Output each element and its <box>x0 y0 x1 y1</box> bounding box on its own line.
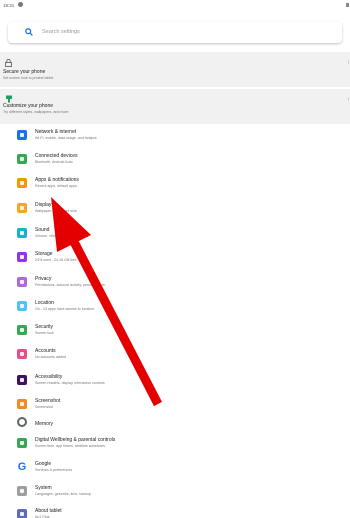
display-icon <box>17 203 27 213</box>
screenshot-icon <box>17 399 27 409</box>
settings-item-google[interactable]: G Google Services & preferences <box>0 457 350 481</box>
settings-item-title: Apps & notifications <box>35 177 79 183</box>
settings-item-subtitle: Wi-Fi, mobile, data usage, and hotspot <box>35 136 97 140</box>
privacy-icon <box>17 277 27 287</box>
settings-item-storage[interactable]: Storage 24% used - 24.28 GB free <box>0 247 350 271</box>
card-more-icon: i <box>347 97 349 103</box>
status-time: 18:31 <box>3 3 15 8</box>
card-title: Customize your phone <box>3 103 54 109</box>
settings-item-title: Memory <box>35 421 54 427</box>
status-bar: 18:31 <box>0 0 350 10</box>
settings-item-subtitle: 24% used - 24.28 GB free <box>35 258 77 262</box>
card-subtitle: Set screen lock to protect tablet <box>3 76 54 80</box>
devices-icon <box>17 154 27 164</box>
suggestion-card-customize[interactable]: Customize your phone Try different style… <box>0 89 350 124</box>
settings-item-subtitle: Screen readers, display, interaction con… <box>35 381 105 385</box>
google-icon: G <box>17 461 27 473</box>
settings-item-privacy[interactable]: Privacy Permissions, account activity, pe… <box>0 272 350 296</box>
settings-item-display[interactable]: Display Wallpaper, sleep, font size <box>0 198 350 222</box>
settings-item-subtitle: Screenshot <box>35 405 54 409</box>
settings-item-accessibility[interactable]: Accessibility Screen readers, display, in… <box>0 370 350 394</box>
settings-item-title: Privacy <box>35 276 52 282</box>
settings-item-wifi[interactable]: Network & internet Wi-Fi, mobile, data us… <box>0 125 350 149</box>
settings-item-subtitle: Permissions, account activity, personal … <box>35 283 105 287</box>
card-more-icon: i <box>347 60 349 66</box>
security-icon <box>17 325 27 335</box>
search-bar[interactable]: Search settings <box>8 22 342 43</box>
settings-item-title: Digital Wellbeing & parental controls <box>35 437 116 443</box>
settings-item-title: About tablet <box>35 508 62 514</box>
accounts-icon <box>17 349 27 359</box>
card-title: Secure your phone <box>3 69 46 75</box>
settings-item-apps[interactable]: Apps & notifications Recent apps, default… <box>0 173 350 197</box>
settings-item-title: Accessibility <box>35 374 63 380</box>
search-placeholder: Search settings <box>42 29 80 35</box>
settings-item-title: Network & internet <box>35 129 77 135</box>
settings-item-security[interactable]: Security Screen lock <box>0 320 350 344</box>
storage-icon <box>17 252 27 262</box>
settings-item-location[interactable]: Location On - 13 apps have access to loca… <box>0 296 350 320</box>
settings-item-title: Display <box>35 202 52 208</box>
notification-icon <box>18 2 23 7</box>
settings-item-title: Security <box>35 324 54 330</box>
settings-item-title: Sound <box>35 227 50 233</box>
palette-icon <box>6 95 12 103</box>
settings-item-subtitle: Bluetooth, Android Auto <box>35 160 73 164</box>
settings-item-subtitle: Services & preferences <box>35 468 73 472</box>
search-icon <box>25 28 33 36</box>
settings-item-wellbeing[interactable]: Digital Wellbeing & parental controls Scr… <box>0 433 350 457</box>
settings-item-subtitle: Screen lock <box>35 331 54 335</box>
suggestion-card-secure[interactable]: Secure your phone Set screen lock to pro… <box>0 52 350 87</box>
info-icon <box>17 509 27 518</box>
card-subtitle: Try different styles, wallpapers, and mo… <box>3 110 69 114</box>
system-icon <box>17 486 27 496</box>
settings-item-title: Screenshot <box>35 398 61 404</box>
settings-item-subtitle: Wallpaper, sleep, font size <box>35 209 77 213</box>
sound-icon <box>17 228 27 238</box>
accessibility-icon <box>17 375 27 385</box>
apps-icon <box>17 178 27 188</box>
settings-item-title: Google <box>35 461 52 467</box>
settings-item-info[interactable]: About tablet Au1 Plus <box>0 504 350 518</box>
settings-item-title: Storage <box>35 251 53 257</box>
settings-item-system[interactable]: System Languages, gestures, time, backup <box>0 481 350 505</box>
settings-item-subtitle: Languages, gestures, time, backup <box>35 492 91 496</box>
settings-item-title: Location <box>35 300 54 306</box>
memory-icon <box>17 417 27 427</box>
lock-icon <box>5 59 12 67</box>
location-icon <box>17 301 27 311</box>
settings-item-accounts[interactable]: Accounts No accounts added <box>0 344 350 368</box>
settings-item-subtitle: Volume, vibration, Do Not Disturb <box>35 234 89 238</box>
settings-item-title: System <box>35 485 52 491</box>
settings-item-subtitle: Recent apps, default apps <box>35 184 77 188</box>
settings-item-title: Accounts <box>35 348 56 354</box>
settings-item-title: Connected devices <box>35 153 78 159</box>
settings-item-sound[interactable]: Sound Volume, vibration, Do Not Disturb <box>0 223 350 247</box>
settings-item-subtitle: Screen time, app timers, bedtime schedul… <box>35 444 105 448</box>
wifi-icon <box>17 130 27 140</box>
settings-item-subtitle: On - 13 apps have access to location <box>35 307 95 311</box>
settings-item-subtitle: No accounts added <box>35 355 66 359</box>
wellbeing-icon <box>17 438 27 448</box>
battery-icon <box>346 3 349 7</box>
settings-item-devices[interactable]: Connected devices Bluetooth, Android Auto <box>0 149 350 173</box>
